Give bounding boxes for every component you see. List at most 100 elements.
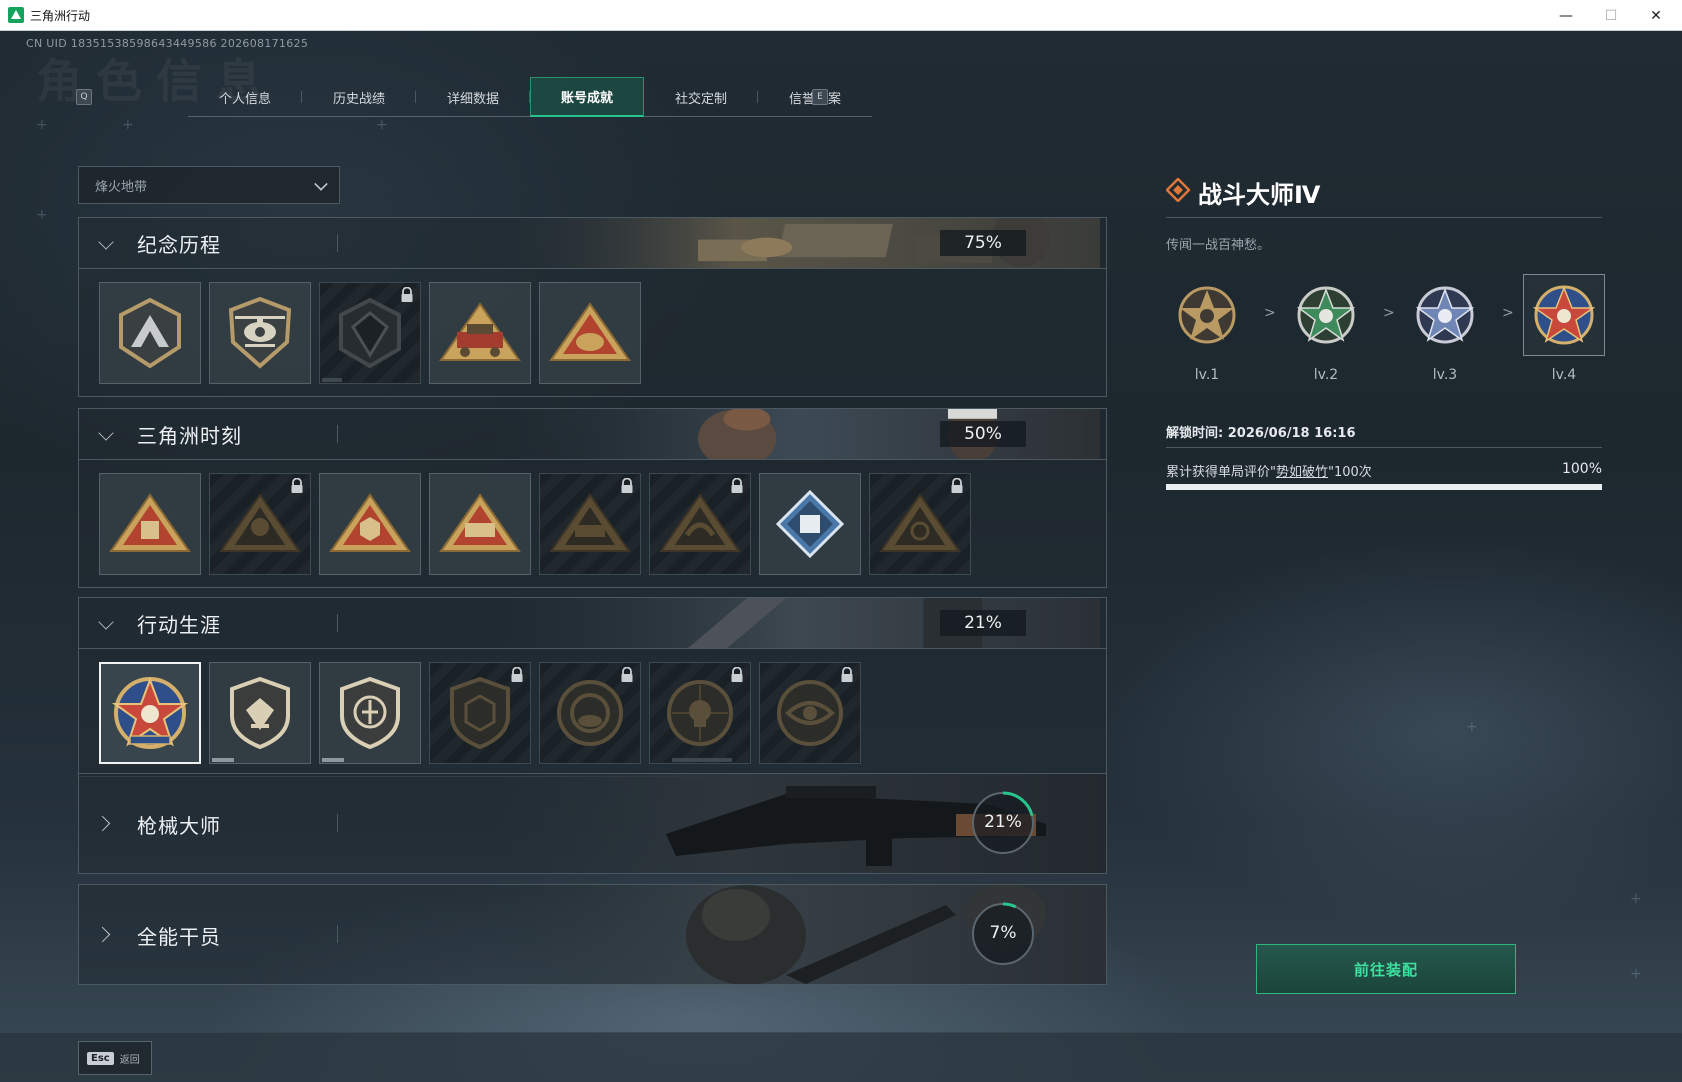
egg-triangle-badge-icon[interactable]: [539, 282, 641, 384]
badge-progress: [322, 378, 342, 382]
section-header[interactable]: 纪念历程 001 75%: [79, 218, 1106, 269]
minimize-button[interactable]: —: [1544, 0, 1588, 31]
shield-wings-badge-icon[interactable]: [209, 662, 311, 764]
section-percent: 21%: [984, 812, 1022, 832]
bottom-bar: [0, 1032, 1682, 1082]
ring-orb-badge-icon[interactable]: [539, 662, 641, 764]
tab-detailed-data[interactable]: 详细数据: [416, 77, 530, 117]
level-3-medal[interactable]: [1404, 274, 1486, 356]
achievement-section: 纪念历程 001 75%: [78, 217, 1107, 397]
window-titlebar: 三角洲行动 — ☐ ✕: [0, 0, 1682, 31]
eye-round-badge-icon[interactable]: [759, 662, 861, 764]
section-percent: 7%: [989, 923, 1017, 943]
lock-icon: [621, 667, 633, 682]
achievement-title: 战斗大师Ⅳ: [1198, 181, 1321, 209]
lock-icon: [731, 478, 743, 493]
lock-icon: [511, 667, 523, 682]
chevron-right-icon: [94, 815, 111, 832]
requirement-text: 累计获得单局评价"势如破竹"100次: [1166, 461, 1372, 480]
tab-match-history[interactable]: 历史战绩: [302, 77, 416, 117]
level-arrow: >: [1502, 305, 1514, 321]
section-header[interactable]: 行动生涯 003 21%: [79, 598, 1106, 649]
squad-triangle-badge-icon[interactable]: [429, 473, 531, 575]
section-index: 001: [351, 238, 371, 248]
achievement-section: 三角洲时刻 002 50%: [78, 408, 1107, 588]
level-label: lv.2: [1313, 367, 1339, 383]
section-index: 003: [351, 618, 371, 628]
crosshair-deco-icon: +: [122, 117, 134, 133]
crate-diamond-badge-icon[interactable]: [759, 473, 861, 575]
hex-hands-badge-icon[interactable]: [319, 473, 421, 575]
crosshair-deco-icon: +: [36, 117, 48, 133]
section-header[interactable]: 三角洲时刻 002 50%: [79, 409, 1106, 460]
maximize-button[interactable]: ☐: [1589, 0, 1633, 31]
section-header[interactable]: 全能干员 005 7%: [79, 885, 1106, 984]
operator-triangle-badge-icon[interactable]: [209, 473, 311, 575]
badge-row: [79, 460, 1106, 585]
achievement-section: 枪械大师 004 21%: [78, 773, 1107, 874]
section-title: 三角洲时刻: [137, 423, 242, 448]
tab-bar: 个人信息 历史战绩 详细数据 账号成就 社交定制 信誉档案: [188, 77, 872, 117]
go-equip-button[interactable]: 前往装配: [1256, 944, 1516, 994]
section-divider: [337, 614, 338, 632]
crosshair-deco-icon: +: [376, 117, 388, 133]
divider: [1166, 447, 1602, 448]
section-divider: [337, 425, 338, 443]
app-logo-icon: [8, 7, 24, 23]
chevron-down-icon: [314, 177, 328, 191]
section-percent: 75%: [940, 230, 1026, 256]
badge-row: [79, 649, 1106, 774]
section-percent: 21%: [940, 610, 1026, 636]
achievement-description: 传闻一战百神愁。: [1166, 238, 1271, 253]
esc-key: Esc: [87, 1051, 114, 1065]
tab-personal-info[interactable]: 个人信息: [188, 77, 302, 117]
crosshair-deco-icon: +: [36, 207, 48, 223]
tab-next-key[interactable]: E: [812, 89, 828, 105]
requirement-prefix: 累计获得单局评价": [1166, 465, 1276, 480]
combat-master-star-badge-icon[interactable]: [99, 662, 201, 764]
hex-shield-badge-icon[interactable]: [429, 662, 531, 764]
achievement-diamond-icon: [1166, 178, 1190, 202]
hexagon-emblem-badge-icon[interactable]: [319, 282, 421, 384]
level-label: lv.1: [1194, 367, 1220, 383]
level-label: lv.3: [1432, 367, 1458, 383]
level-2-medal[interactable]: [1285, 274, 1367, 356]
section-title: 全能干员: [137, 925, 221, 949]
section-percent: 50%: [940, 421, 1026, 447]
badge-row: [79, 269, 1106, 394]
badge-progress: [212, 758, 234, 762]
supply-crate-badge-icon[interactable]: [99, 473, 201, 575]
tab-prev-key[interactable]: Q: [76, 89, 92, 105]
level-4-medal[interactable]: [1523, 274, 1605, 356]
section-index: 004: [351, 818, 371, 828]
skull-round-badge-icon[interactable]: [649, 662, 751, 764]
chevron-right-icon: [94, 926, 111, 943]
section-title: 行动生涯: [137, 612, 221, 637]
divider: [1166, 217, 1602, 218]
dragon-triangle-badge-icon[interactable]: [869, 473, 971, 575]
section-header[interactable]: 枪械大师 004 21%: [79, 774, 1106, 873]
bird-triangle-badge-icon[interactable]: [649, 473, 751, 575]
level-1-medal[interactable]: [1166, 274, 1248, 356]
achievement-section: 行动生涯 003 21%: [78, 597, 1107, 777]
requirement-highlight: 势如破竹: [1275, 465, 1328, 480]
mode-select[interactable]: 烽火地带: [78, 166, 340, 204]
mountain-shield-badge-icon[interactable]: [99, 282, 201, 384]
tab-achievements[interactable]: 账号成就: [530, 77, 644, 117]
crosshair-deco-icon: +: [1630, 891, 1642, 907]
window-title: 三角洲行动: [30, 8, 91, 23]
lock-icon: [291, 478, 303, 493]
horse-triangle-badge-icon[interactable]: [539, 473, 641, 575]
helicopter-badge-icon[interactable]: [209, 282, 311, 384]
close-button[interactable]: ✕: [1634, 0, 1678, 31]
vehicle-badge-icon[interactable]: [429, 282, 531, 384]
section-title: 纪念历程: [137, 232, 221, 257]
back-button[interactable]: Esc 返回: [78, 1041, 152, 1075]
level-arrow: >: [1383, 305, 1395, 321]
badge-progress: [322, 758, 344, 762]
tab-social-custom[interactable]: 社交定制: [644, 77, 758, 117]
shield-arrows-badge-icon[interactable]: [319, 662, 421, 764]
lock-icon: [401, 287, 413, 302]
section-title: 枪械大师: [137, 814, 221, 838]
section-index: 005: [351, 929, 371, 939]
